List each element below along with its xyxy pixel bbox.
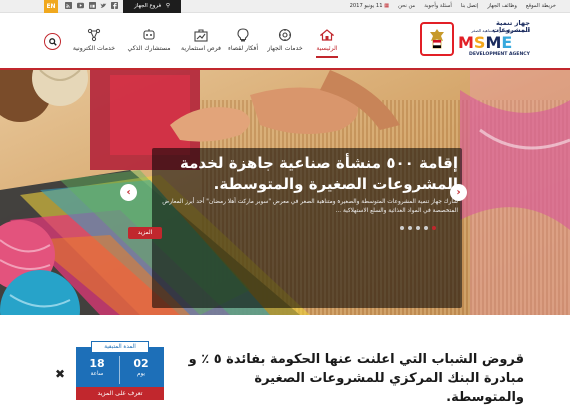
nav-investment[interactable]: فرص استثمارية [179, 27, 223, 59]
countdown-days-value: 02 [133, 357, 149, 370]
countdown-hours: 18 ساعة [76, 358, 118, 378]
countdown-days-unit: يوم [137, 371, 145, 377]
nav-home-label: الرئيسية [316, 45, 338, 52]
top-bar: EN ⚲ فروع الجهاز ▦ 11 يونيو 2017 من نحن … [0, 0, 570, 13]
top-links: ▦ 11 يونيو 2017 من نحن أسئلة وأجوبة إتصل… [350, 0, 556, 13]
branches-label: فروع الجهاز [134, 3, 162, 9]
branches-link[interactable]: ⚲ فروع الجهاز [123, 0, 181, 13]
lightbulb-icon [221, 27, 265, 43]
toplink-about[interactable]: من نحن [398, 0, 415, 13]
twitter-icon[interactable] [99, 2, 108, 11]
advisor-icon [127, 27, 171, 43]
investment-icon [179, 27, 223, 43]
chevron-right-icon: › [456, 187, 461, 198]
countdown-title: المدة المتبقية [91, 341, 149, 353]
location-icon: ⚲ [165, 3, 170, 9]
slider-dot[interactable] [416, 226, 420, 230]
facebook-icon[interactable] [110, 2, 119, 11]
know-more-button[interactable]: تعرف على المزيد [76, 387, 164, 400]
logo-msme: MSME [458, 33, 513, 52]
services-icon [263, 27, 307, 43]
linkedin-icon[interactable] [88, 2, 97, 11]
slider-dot[interactable] [408, 226, 412, 230]
countdown-divider [119, 356, 120, 384]
toplink-sitemap[interactable]: خريطة الموقع [526, 0, 556, 13]
slider-next-button[interactable]: › [450, 184, 467, 201]
date-text: 11 يونيو 2017 [349, 3, 383, 9]
toplink-contact[interactable]: إتصل بنا [461, 0, 479, 13]
calendar-icon: ▦ [384, 3, 390, 9]
search-button[interactable] [44, 33, 61, 50]
active-nav-indicator [316, 56, 338, 58]
news-headline[interactable]: قروض الشباب التي اعلنت عنها الحكومة بفائ… [178, 350, 524, 407]
eagle-emblem-icon [430, 29, 444, 49]
nav-smart-advisor-label: مستشارك الذكي [127, 45, 171, 52]
site-logo[interactable]: جهاز تنمية المشروعات المتوسطة والصغيرة و… [420, 20, 530, 62]
logo-agency: DEVELOPMENT AGENCY [469, 52, 530, 57]
nav-ideas-label: أفكار لقصاء [227, 45, 259, 52]
hero-more-button[interactable]: المزيد [128, 227, 162, 239]
slider-prev-button[interactable]: ‹ [120, 184, 137, 201]
hero-title[interactable]: إقامة ٥٠٠ منشأة صناعية جاهزة لخدمة المشر… [158, 153, 458, 195]
nav-eservices[interactable]: خدمات الكترونية [72, 27, 116, 59]
nav-eservices-label: خدمات الكترونية [72, 45, 116, 52]
home-icon [305, 27, 349, 43]
nav-home[interactable]: الرئيسية [305, 27, 349, 59]
slider-dot[interactable] [400, 226, 404, 230]
date-display: ▦ 11 يونيو 2017 [350, 0, 390, 13]
hero-description: شارك جهاز تنمية المشروعات المتوسطة والصغ… [162, 199, 458, 214]
slider-dot-active[interactable] [432, 226, 436, 230]
youtube-icon[interactable] [76, 2, 85, 11]
language-switch[interactable]: EN [44, 0, 58, 13]
nav-smart-advisor[interactable]: مستشارك الذكي [127, 27, 171, 59]
nav-services[interactable]: خدمات الجهاز [263, 27, 307, 59]
chevron-left-icon: ‹ [126, 187, 131, 198]
countdown-hours-unit: ساعة [90, 371, 104, 377]
toplink-faq[interactable]: أسئلة وأجوبة [424, 0, 452, 13]
slider-dot[interactable] [424, 226, 428, 230]
countdown-hours-value: 18 [89, 357, 105, 370]
hero-slider[interactable]: إقامة ٥٠٠ منشأة صناعية جاهزة لخدمة المشر… [0, 70, 570, 315]
search-icon [48, 37, 57, 46]
toplink-jobs[interactable]: وظائف الجهاز [487, 0, 517, 13]
nav-ideas[interactable]: أفكار لقصاء [221, 27, 265, 59]
eservices-icon [72, 27, 116, 43]
countdown-box: 18 ساعة 02 يوم [76, 347, 164, 387]
countdown-days: 02 يوم [120, 358, 162, 378]
nav-investment-label: فرص استثمارية [181, 45, 221, 52]
slider-dots [400, 226, 436, 230]
logo-emblem [420, 22, 454, 56]
close-icon[interactable]: ✖ [55, 367, 65, 381]
nav-services-label: خدمات الجهاز [267, 45, 303, 52]
rss-icon[interactable] [64, 2, 73, 11]
